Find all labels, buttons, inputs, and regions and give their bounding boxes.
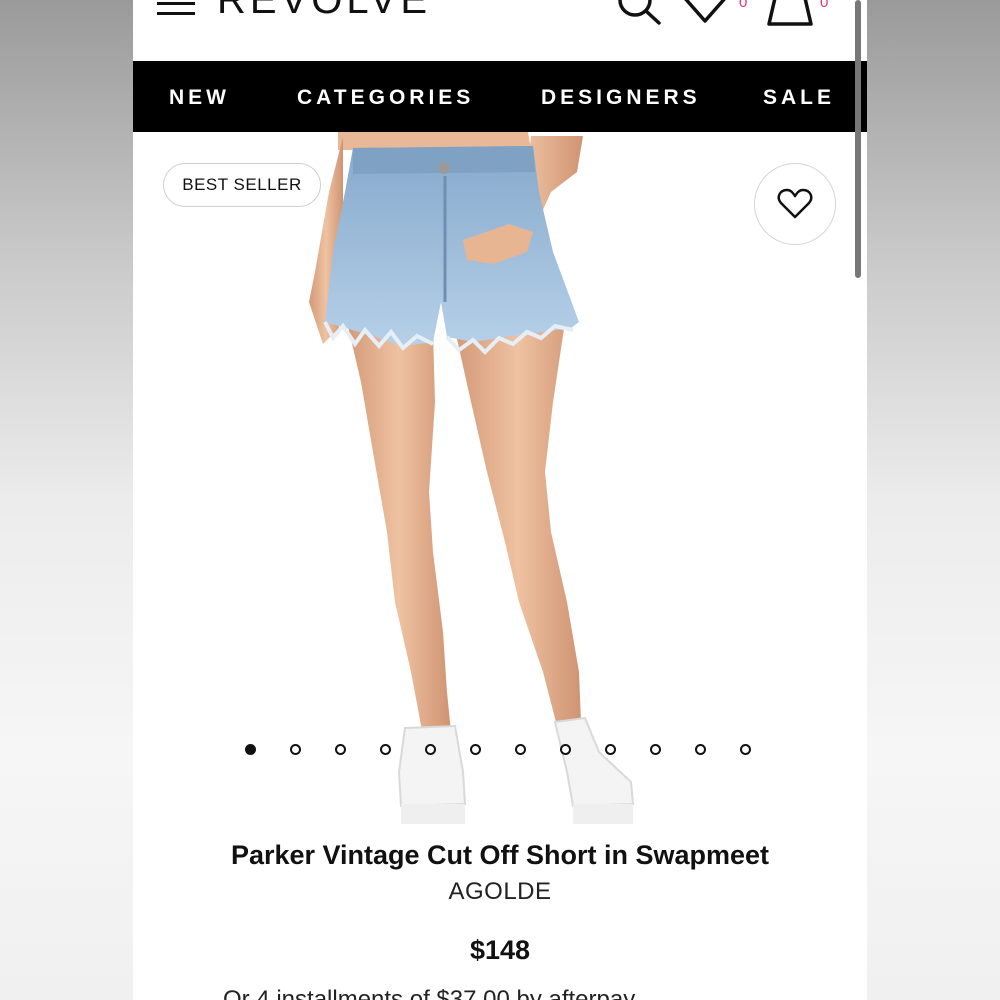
bag-count-badge: 0 — [820, 0, 829, 11]
carousel-dot[interactable] — [650, 744, 661, 755]
carousel-dot[interactable] — [515, 744, 526, 755]
revolve-logo[interactable]: REVOLVE — [217, 0, 431, 20]
product-title: Parker Vintage Cut Off Short in Swapmeet — [230, 840, 770, 870]
hamburger-menu-icon[interactable] — [157, 0, 197, 18]
carousel-dot[interactable] — [605, 744, 616, 755]
product-brand[interactable]: AGOLDE — [133, 878, 867, 906]
mobile-screen: REVOLVE 0 0 NEW CATEGORIES DESIGNERS SAL… — [133, 0, 867, 1000]
wishlist-heart-icon[interactable] — [681, 0, 731, 26]
scrollbar[interactable] — [855, 0, 861, 278]
carousel-dot[interactable] — [245, 744, 256, 755]
search-icon[interactable] — [615, 0, 665, 28]
afterpay-installment-text: Or 4 installments of $37.00 by afterpay — [223, 986, 636, 1000]
carousel-dot[interactable] — [695, 744, 706, 755]
add-to-wishlist-button[interactable] — [754, 163, 836, 245]
main-nav: NEW CATEGORIES DESIGNERS SALE — [133, 61, 867, 132]
carousel-dot[interactable] — [560, 744, 571, 755]
heart-icon — [777, 188, 813, 219]
nav-item-categories[interactable]: CATEGORIES — [297, 61, 474, 132]
shopping-bag-icon[interactable] — [765, 0, 815, 28]
carousel-dot[interactable] — [425, 744, 436, 755]
product-price: $148 — [469, 935, 531, 965]
product-image-carousel[interactable]: BEST SELLER — [133, 132, 867, 824]
nav-item-new[interactable]: NEW — [169, 61, 230, 132]
wishlist-count-badge: 0 — [739, 0, 748, 11]
product-photo — [309, 132, 635, 824]
carousel-dot[interactable] — [380, 744, 391, 755]
carousel-dot[interactable] — [470, 744, 481, 755]
site-header: REVOLVE 0 0 — [133, 0, 867, 61]
best-seller-badge: BEST SELLER — [163, 163, 321, 207]
nav-item-designers[interactable]: DESIGNERS — [541, 61, 701, 132]
carousel-dot[interactable] — [290, 744, 301, 755]
carousel-pagination — [133, 744, 867, 764]
carousel-dot[interactable] — [740, 744, 751, 755]
carousel-dot[interactable] — [335, 744, 346, 755]
nav-item-sale[interactable]: SALE — [763, 61, 835, 132]
